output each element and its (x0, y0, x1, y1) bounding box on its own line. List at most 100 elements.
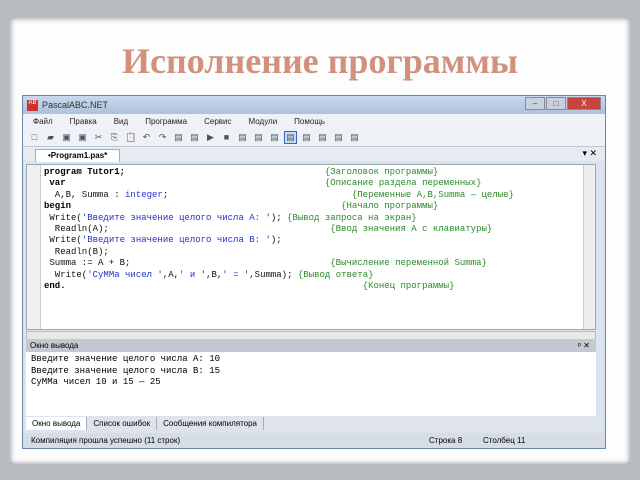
debug1-icon[interactable]: ▤ (317, 132, 328, 143)
code-token: Write( (44, 235, 82, 246)
code-comment: {Описание раздела переменных} (324, 178, 482, 189)
code-editor[interactable]: program Tutor1; {Заголовок программы} va… (26, 164, 596, 330)
menu-bar: Файл Правка Вид Программа Сервис Модули Помощь (23, 114, 605, 128)
debug3-icon[interactable]: ▤ (349, 132, 360, 143)
output-line: СуММа чисел 10 и 15 — 25 (31, 377, 161, 387)
redo-icon[interactable]: ↷ (157, 132, 168, 143)
code-token: ,A, (162, 269, 180, 280)
code-comment: {Заголовок программы} (324, 167, 439, 177)
code-token: Write( (44, 212, 82, 223)
code-text[interactable]: program Tutor1; {Заголовок программы} va… (44, 167, 514, 292)
output-window-icon[interactable]: ▤ (284, 130, 297, 144)
slide-title: Исполнение программы (122, 41, 518, 81)
menu-item[interactable]: Сервис (204, 117, 231, 126)
save-all-icon[interactable]: ▣ (77, 132, 88, 143)
tab-error-list[interactable]: Список ошибок (87, 417, 158, 430)
copy-icon[interactable]: ⎘ (109, 132, 120, 143)
title-bar: AB PascalABC.NET – □ X (23, 96, 605, 114)
code-string: 'Введите значение целого числа В: ' (81, 235, 271, 246)
code-comment: {Переменные A,B,Summa — целые} (351, 189, 514, 200)
output-tabs: Окно вывода Список ошибок Сообщения комп… (26, 417, 596, 430)
maximize-button[interactable]: □ (546, 97, 566, 110)
code-string: ' и ' (179, 269, 207, 280)
status-column: Столбец 11 (483, 436, 526, 445)
cut-icon[interactable]: ✂ (93, 132, 104, 143)
menu-item[interactable]: Помощь (294, 117, 325, 126)
run-icon[interactable]: ▶ (205, 132, 216, 143)
step-over-icon[interactable]: ▤ (269, 132, 280, 143)
code-token: A,B, Summa : (44, 189, 126, 200)
status-line: Строка 8 (429, 436, 463, 445)
code-comment: {Конец программы} (362, 281, 455, 292)
code-line: A,B, Summa : integer; {Переменные A,B,Su… (44, 190, 514, 201)
tab-output-window[interactable]: Окно вывода (26, 417, 88, 430)
menu-item[interactable]: Модули (249, 117, 278, 126)
debug2-icon[interactable]: ▤ (333, 132, 344, 143)
code-token: ,B, (206, 269, 223, 280)
code-token: Readln(A); (44, 224, 109, 235)
undo-icon[interactable]: ↶ (141, 132, 152, 143)
code-line: program Tutor1; {Заголовок программы} (44, 167, 514, 178)
step-into-icon[interactable]: ▤ (253, 132, 264, 143)
file-tab-program1[interactable]: •Program1.pas* (35, 149, 121, 162)
window-title: PascalABC.NET (42, 100, 109, 110)
code-line: Write('СуММа чисел ',A,' и ',B,' = ',Sum… (44, 270, 514, 281)
code-line: begin {Начало программы} (44, 201, 514, 212)
code-comment: {Начало программы} (341, 201, 439, 212)
replace-icon[interactable]: ▤ (189, 132, 200, 143)
editor-gutter (27, 165, 41, 329)
pin-close-icon[interactable]: ᵖ ✕ (578, 339, 590, 352)
code-token: Summa := A + B; (44, 258, 131, 269)
code-comment: {Вывод запроса на экран} (287, 212, 417, 223)
close-button[interactable]: X (567, 97, 601, 110)
code-token: ); (270, 212, 288, 223)
code-token: begin (44, 201, 72, 212)
toolbar: □ ▰ ▣ ▣ ✂ ⎘ 📋 ↶ ↷ ▤ ▤ ▶ ■ ▤ ▤ ▤ ▤ ▤ ▤ ▤ ▤ (23, 128, 605, 146)
output-line: Введите значение целого числа А: 10 (31, 354, 221, 364)
close-tab-icon[interactable]: ▾ ✕ (582, 148, 597, 159)
output-line: Введите значение целого числа В: 15 (31, 365, 221, 376)
minimize-button[interactable]: – (525, 97, 545, 110)
code-line: Write('Введите значение целого числа В: … (44, 235, 514, 246)
code-line: Readln(B); (44, 247, 514, 258)
code-comment: {Вычисление переменной Summa} (330, 258, 487, 269)
code-token: ); (270, 235, 282, 246)
tab-compiler-messages[interactable]: Сообщения компилятора (157, 417, 264, 430)
save-icon[interactable]: ▣ (61, 132, 72, 143)
code-token: end. (44, 281, 66, 292)
code-line: end. {Конец программы} (44, 281, 514, 292)
code-token: Readln(B); (44, 246, 109, 257)
app-icon: AB (27, 99, 38, 111)
file-tab-bar: •Program1.pas* ▾ ✕ (23, 146, 605, 162)
editor-vertical-scrollbar[interactable] (583, 165, 595, 329)
menu-item[interactable]: Файл (33, 117, 53, 126)
code-token: ,Summa); (249, 269, 298, 280)
compile-icon[interactable]: ▤ (237, 132, 248, 143)
menu-item[interactable]: Правка (70, 117, 97, 126)
code-line: Readln(A); {Ввод значения А с клавиатуры… (44, 224, 514, 235)
output-text: Введите значение целого числа А: 10 Введи… (26, 352, 596, 416)
stop-icon[interactable]: ■ (221, 132, 232, 143)
code-string: 'Введите значение целого числа А: ' (81, 212, 271, 223)
form-icon[interactable]: ▤ (301, 132, 312, 143)
find-icon[interactable]: ▤ (173, 132, 184, 143)
code-string: ' = ' (222, 269, 250, 280)
menu-item[interactable]: Программа (145, 117, 187, 126)
code-comment: {Вывод ответа} (297, 269, 374, 280)
paste-icon[interactable]: 📋 (125, 132, 136, 143)
code-token: var (44, 178, 66, 189)
code-line: Summa := A + B; {Вычисление переменной S… (44, 258, 514, 269)
code-string: 'СуММа чисел ' (87, 269, 163, 280)
code-token: integer (125, 189, 163, 200)
open-icon[interactable]: ▰ (45, 132, 56, 143)
code-line: Write('Введите значение целого числа А: … (44, 213, 514, 224)
output-panel-title: Окно вывода (30, 341, 79, 350)
new-icon[interactable]: □ (29, 132, 40, 143)
menu-item[interactable]: Вид (114, 117, 128, 126)
